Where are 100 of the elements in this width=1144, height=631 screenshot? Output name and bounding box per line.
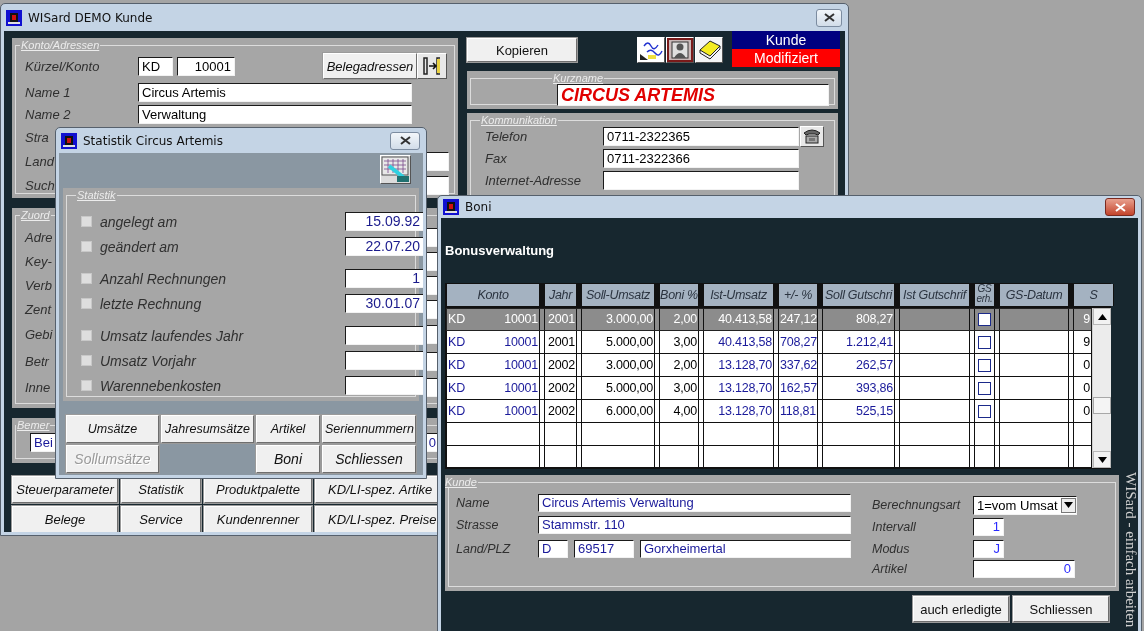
field-label: Fax — [485, 150, 507, 166]
function-button[interactable]: Belege — [12, 506, 118, 532]
column-header[interactable]: Konto — [446, 284, 540, 306]
field-label: Gebi — [25, 327, 53, 342]
notepad-icon — [696, 38, 722, 62]
function-button[interactable]: Jahresumsätze — [161, 415, 254, 443]
function-button[interactable]: Umsätze — [66, 415, 159, 443]
column-header[interactable]: Ist-Umsatz — [703, 284, 774, 306]
text-field[interactable]: Stammstr. 110 — [538, 516, 851, 534]
account-prefix: KD — [448, 311, 465, 328]
table-cell: 5.000,00 — [581, 331, 655, 353]
text-field[interactable]: 1 — [345, 269, 423, 288]
text-field[interactable]: 0 — [973, 560, 1075, 578]
field-label: Stra — [25, 129, 49, 145]
text-field[interactable]: 0711-2322366 — [603, 148, 799, 168]
text-field[interactable] — [603, 170, 799, 190]
text-field[interactable]: 0711-2322365 — [603, 126, 799, 146]
function-button[interactable]: Seriennummern — [322, 415, 416, 443]
record-state-label: Modifiziert — [732, 49, 840, 67]
function-button[interactable]: Kundenrenner — [204, 506, 312, 532]
table-row[interactable]: KD 10001 2002 5.000,00 3,00 13.128,70 162,57 393,86 0 — [446, 377, 1092, 400]
field-label: Land/PLZ — [456, 542, 511, 556]
table-cell — [899, 331, 970, 353]
account-number: 10001 — [504, 403, 538, 420]
function-button[interactable]: Boni — [256, 445, 320, 473]
text-field[interactable]: 10001 — [177, 56, 235, 76]
column-header[interactable]: Soll Gutschri — [822, 284, 895, 306]
function-button[interactable]: Artikel — [256, 415, 320, 443]
remark-text: 0 — [428, 434, 436, 451]
dialog-button[interactable]: Schliessen — [1013, 596, 1109, 622]
field-label: letzte Rechnung — [100, 295, 202, 312]
function-button: Sollumsätze — [66, 445, 159, 473]
checkbox[interactable] — [978, 336, 991, 349]
text-field[interactable] — [345, 351, 423, 370]
checkbox[interactable] — [978, 359, 991, 372]
close-button[interactable] — [390, 131, 420, 150]
text-field[interactable]: 15.09.92 — [345, 212, 423, 231]
account-number: 10001 — [504, 357, 538, 374]
column-header[interactable]: +/- % — [778, 284, 818, 306]
text-field[interactable]: KD — [138, 56, 173, 76]
copy-button[interactable]: Kopieren — [467, 38, 577, 62]
dialog-button[interactable]: auch erledigte — [913, 596, 1009, 622]
field-label: Verb — [25, 277, 52, 293]
column-header[interactable]: Jahr — [544, 284, 577, 306]
function-button[interactable]: Schliessen — [322, 445, 416, 473]
function-button[interactable]: Steuerparameter — [12, 476, 118, 503]
checkbox[interactable] — [978, 313, 991, 326]
text-field[interactable] — [345, 376, 423, 395]
close-button[interactable] — [1105, 198, 1135, 216]
column-header[interactable]: GS erh. — [974, 284, 995, 306]
dial-button[interactable] — [800, 125, 824, 147]
table-cell: 4,00 — [659, 400, 699, 422]
field-label: Berechnungsart — [872, 498, 961, 512]
table-cell — [899, 354, 970, 376]
text-field[interactable]: 1 — [973, 518, 1004, 536]
text-field[interactable]: 22.07.20 — [345, 237, 423, 256]
text-field[interactable]: Verwaltung — [138, 104, 412, 124]
table-cell: 708,27 — [778, 331, 818, 353]
column-header[interactable]: Boni % — [659, 284, 699, 306]
address-transfer-button[interactable] — [417, 53, 447, 79]
letter-button[interactable] — [637, 37, 665, 63]
field-label: angelegt am — [100, 213, 178, 230]
text-field[interactable] — [345, 326, 423, 345]
note-button[interactable] — [695, 37, 723, 63]
text-field[interactable]: Circus Artemis Verwaltung — [538, 494, 851, 512]
text-field[interactable]: 30.01.07 — [345, 294, 423, 313]
table-row[interactable]: KD 10001 2002 3.000,00 2,00 13.128,70 337,62 262,57 0 — [446, 354, 1092, 377]
table-row[interactable]: KD 10001 2002 6.000,00 4,00 13.128,70 118,81 525,15 0 — [446, 400, 1092, 423]
calculator-button[interactable] — [380, 155, 411, 184]
field-label: Telefon — [485, 128, 528, 144]
panel-legend: Konto/Adressen — [20, 39, 101, 51]
field-label: Such — [25, 177, 55, 193]
checkbox[interactable] — [978, 382, 991, 395]
column-header[interactable]: Soll-Umsatz — [581, 284, 655, 306]
text-field[interactable]: 69517 — [574, 540, 634, 558]
vertical-scrollbar[interactable] — [1092, 308, 1111, 468]
field-label: Zent — [25, 301, 51, 317]
table-row[interactable]: KD 10001 2001 5.000,00 3,00 40.413,58 708,27 1.212,41 9 — [446, 331, 1092, 354]
scroll-thumb[interactable] — [1093, 397, 1111, 414]
window-title: Boni — [465, 200, 493, 214]
table-cell: 13.128,70 — [703, 400, 774, 422]
close-button[interactable] — [816, 8, 842, 27]
column-header[interactable]: S — [1073, 284, 1114, 306]
window-title: Statistik Circus Artemis — [83, 133, 224, 148]
document-addresses-button[interactable]: Belegadressen — [323, 53, 417, 79]
calculation-select[interactable]: 1=vom Umsat — [973, 495, 1077, 515]
column-header[interactable]: Ist Gutschrif — [899, 284, 970, 306]
text-field[interactable]: D — [538, 540, 568, 558]
text-field[interactable]: Gorxheimertal — [640, 540, 851, 558]
portrait-button[interactable] — [666, 37, 694, 63]
checkbox[interactable] — [978, 405, 991, 418]
account-number: 10001 — [504, 311, 538, 328]
text-field[interactable]: J — [973, 540, 1004, 558]
account-prefix: KD — [448, 403, 465, 420]
keyboard-pen-icon — [380, 155, 411, 184]
function-button[interactable]: Service — [121, 506, 201, 532]
column-header[interactable]: GS-Datum — [999, 284, 1069, 306]
text-field[interactable]: Circus Artemis — [138, 82, 412, 102]
field-label: Land — [25, 153, 54, 169]
short-name-field[interactable]: CIRCUS ARTEMIS — [557, 84, 829, 106]
